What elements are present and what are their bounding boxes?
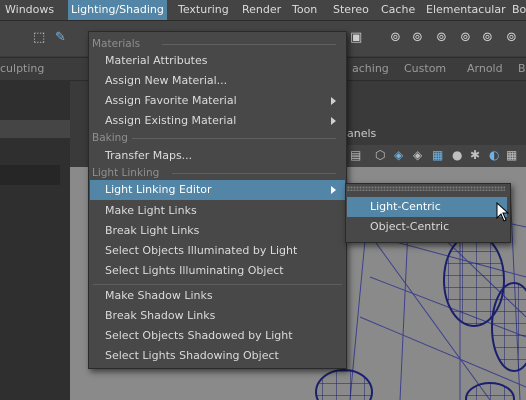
submenu-item-light-centric[interactable]: Light-Centric: [347, 197, 507, 217]
wireframe-shaded-icon[interactable]: ◈: [413, 148, 422, 162]
snap-live-icon[interactable]: ⊚: [482, 30, 493, 45]
lighting-shading-menu: Materials Material Attributes Assign New…: [88, 31, 347, 369]
menu-item-make-light-links[interactable]: Make Light Links: [90, 201, 345, 221]
submenu-arrow-icon: [331, 186, 336, 194]
select-tool-icon[interactable]: ⬚: [33, 30, 45, 45]
menu-render[interactable]: Render: [242, 0, 281, 20]
wireframe-icon[interactable]: ⬡: [375, 148, 385, 162]
lights-icon[interactable]: ●: [452, 148, 462, 162]
section-light-linking: Light Linking: [92, 166, 340, 180]
shelf-tab-bifrost[interactable]: B: [518, 58, 526, 80]
menu-item-assign-favorite-material[interactable]: Assign Favorite Material: [90, 91, 345, 111]
menu-texturing[interactable]: Texturing: [178, 0, 229, 20]
menu-item-make-shadow-links[interactable]: Make Shadow Links: [90, 286, 345, 306]
menu-toon[interactable]: Toon: [292, 0, 317, 20]
submenu-arrow-icon: [331, 117, 336, 125]
mesh-blob-3: [315, 369, 373, 400]
camera-icon[interactable]: ▤: [350, 148, 361, 162]
snap-curve-icon[interactable]: ⊚: [390, 30, 401, 45]
submenu-arrow-icon: [331, 97, 336, 105]
menu-item-material-attributes[interactable]: Material Attributes: [90, 51, 345, 71]
snap-surface-icon[interactable]: ⊚: [460, 30, 471, 45]
menu-item-assign-existing-material[interactable]: Assign Existing Material: [90, 111, 345, 131]
menu-bonus[interactable]: Bo: [512, 0, 526, 20]
textured-icon[interactable]: ▦: [432, 148, 443, 162]
section-materials: Materials: [92, 37, 340, 51]
main-menu-bar: Windows Lighting/Shading Texturing Rende…: [0, 0, 526, 21]
submenu-item-object-centric[interactable]: Object-Centric: [347, 217, 507, 237]
menu-item-select-lights-shadowing[interactable]: Select Lights Shadowing Object: [90, 346, 345, 366]
anti-alias-icon[interactable]: ▦: [506, 148, 517, 162]
shadows-icon[interactable]: ✱: [470, 148, 480, 162]
snap-view-icon[interactable]: ⊚: [436, 30, 447, 45]
section-baking: Baking: [92, 131, 340, 145]
menu-item-break-shadow-links[interactable]: Break Shadow Links: [90, 306, 345, 326]
menu-item-select-lights-illuminating[interactable]: Select Lights Illuminating Object: [90, 261, 345, 281]
menu-lighting-shading[interactable]: Lighting/Shading: [68, 0, 167, 20]
menu-item-select-objects-shadowed[interactable]: Select Objects Shadowed by Light: [90, 326, 345, 346]
menu-item-transfer-maps[interactable]: Transfer Maps...: [90, 146, 345, 166]
menu-item-break-light-links[interactable]: Break Light Links: [90, 221, 345, 241]
tear-off-handle[interactable]: [347, 186, 505, 191]
mouse-cursor-icon: [496, 202, 510, 222]
panels-menu[interactable]: anels: [347, 127, 376, 140]
snap-point-icon[interactable]: ⊚: [412, 30, 423, 45]
ambient-occlusion-icon[interactable]: ◐: [489, 148, 499, 162]
left-panel-strip: [0, 120, 70, 138]
mesh-blob-4: [465, 382, 515, 400]
shelf-tab-arnold[interactable]: Arnold: [467, 58, 503, 80]
smooth-shade-icon[interactable]: ◈: [394, 148, 403, 162]
menu-separator: [93, 284, 342, 285]
shelf-tab-caching[interactable]: aching: [352, 58, 389, 80]
menu-item-assign-new-material[interactable]: Assign New Material...: [90, 71, 345, 91]
menu-cache[interactable]: Cache: [381, 0, 415, 20]
save-icon[interactable]: ▣: [350, 30, 362, 45]
left-panel-dropdown[interactable]: [0, 165, 60, 185]
menu-stereo[interactable]: Stereo: [333, 0, 369, 20]
menu-item-light-linking-editor[interactable]: Light Linking Editor: [90, 180, 345, 200]
menu-item-select-objects-illuminated[interactable]: Select Objects Illuminated by Light: [90, 241, 345, 261]
paint-tool-icon[interactable]: ✎: [55, 30, 66, 45]
menu-elementacular[interactable]: Elementacular: [426, 0, 506, 20]
light-linking-editor-submenu: Light-Centric Object-Centric: [345, 183, 511, 243]
shelf-tab-custom[interactable]: Custom: [404, 58, 446, 80]
shelf-tab-sculpting[interactable]: culpting: [0, 58, 44, 80]
menu-windows[interactable]: Windows: [5, 0, 54, 20]
magnet-icon[interactable]: ⊚: [506, 30, 517, 45]
